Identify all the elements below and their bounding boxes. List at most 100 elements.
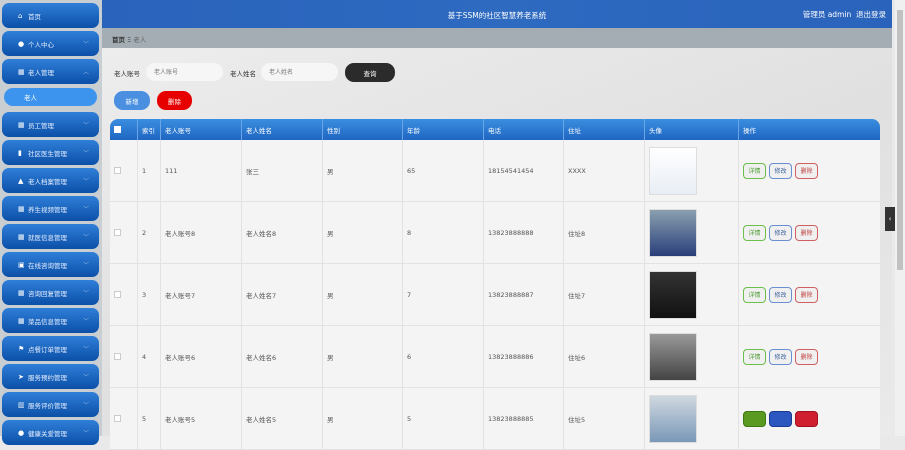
stamp-icon: ▲ xyxy=(18,176,24,185)
edit-button[interactable]: 修改 xyxy=(769,286,792,303)
table-row: 4 老人账号6 老人姓名6 男 6 13823888886 住址6 详情 修改 删除 xyxy=(110,326,880,388)
cell-idx: 5 xyxy=(138,388,161,449)
delete-button[interactable]: 删除 xyxy=(795,224,818,241)
avatar xyxy=(649,270,697,319)
sidebar-item[interactable]: ▮ 社区医生管理 ﹀ xyxy=(2,140,99,165)
cell-idx: 2 xyxy=(138,202,161,263)
sidebar-item[interactable]: ▦ 老人管理 ︿ xyxy=(2,59,99,84)
breadcrumb-home[interactable]: 首页 xyxy=(112,36,125,44)
chevron-down-icon: ﹀ xyxy=(82,178,89,185)
chevron-down-icon: ﹀ xyxy=(82,402,89,409)
sidebar-item[interactable]: ● 健康关爱管理 ﹀ xyxy=(2,420,99,445)
sidebar-item[interactable]: ▦ 养生视频管理 ﹀ xyxy=(2,196,99,221)
cell-addr: 住址5 xyxy=(564,388,645,449)
chevron-down-icon: ﹀ xyxy=(82,374,89,381)
edit-button[interactable]: 修改 xyxy=(769,224,792,241)
clipboard-icon: ▣ xyxy=(18,260,25,269)
collapse-toggle[interactable]: ‹ xyxy=(885,207,895,231)
user-icon: ● xyxy=(18,428,25,437)
row-checkbox[interactable] xyxy=(114,353,121,360)
edit-button[interactable]: 修改 xyxy=(769,410,792,427)
edit-button[interactable]: 修改 xyxy=(769,348,792,365)
account-search-input[interactable] xyxy=(146,63,223,81)
chevron-up-icon: ︿ xyxy=(82,69,89,76)
cell-phone: 13823888887 xyxy=(484,264,564,325)
sidebar-item[interactable]: ▦ 就医信息管理 ﹀ xyxy=(2,224,99,249)
sidebar-item-label: 服务预约管理 xyxy=(28,373,67,382)
chevron-down-icon: ﹀ xyxy=(82,262,89,269)
cell-age: 6 xyxy=(403,326,484,387)
detail-button[interactable]: 详情 xyxy=(743,410,766,427)
delete-button[interactable]: 删除 xyxy=(795,162,818,179)
table-row: 5 老人账号5 老人姓名5 男 5 13823888885 住址5 详情 修改 删除 xyxy=(110,388,880,450)
sidebar-item[interactable]: ● 个人中心 ﹀ xyxy=(2,31,99,56)
logout-link[interactable]: 退出登录 xyxy=(856,10,886,19)
scrollbar[interactable] xyxy=(895,0,905,436)
query-button[interactable]: 查询 xyxy=(345,63,395,82)
grid-icon: ▦ xyxy=(18,288,25,297)
scrollbar-thumb[interactable] xyxy=(897,10,903,270)
grid-icon: ▦ xyxy=(18,120,25,129)
sidebar-item[interactable]: ▥ 服务评价管理 ﹀ xyxy=(2,392,99,417)
column-header: 索引 xyxy=(138,119,161,140)
row-checkbox[interactable] xyxy=(114,291,121,298)
cell-addr: XXXX xyxy=(564,140,645,201)
send-icon: ➤ xyxy=(18,372,24,381)
cell-name: 老人姓名8 xyxy=(242,202,323,263)
row-checkbox[interactable] xyxy=(114,167,121,174)
detail-button[interactable]: 详情 xyxy=(743,348,766,365)
sidebar-item-label: 咨询回复管理 xyxy=(28,289,67,298)
delete-button[interactable]: 删除 xyxy=(795,348,818,365)
cell-phone: 18154541454 xyxy=(484,140,564,201)
chevron-down-icon: ﹀ xyxy=(82,206,89,213)
current-user: 管理员 admin xyxy=(802,10,852,19)
sidebar-item[interactable]: ➤ 服务预约管理 ﹀ xyxy=(2,364,99,389)
avatar xyxy=(649,332,697,381)
edit-button[interactable]: 修改 xyxy=(769,162,792,179)
sidebar-item[interactable]: ▦ 菜品信息管理 ﹀ xyxy=(2,308,99,333)
sidebar-item[interactable]: ▲ 老人档案管理 ﹀ xyxy=(2,168,99,193)
sidebar-item[interactable]: ▣ 在线咨询管理 ﹀ xyxy=(2,252,99,277)
sidebar-item[interactable]: ⚑ 点餐订单管理 ﹀ xyxy=(2,336,99,361)
cell-idx: 1 xyxy=(138,140,161,201)
sidebar-item[interactable]: ⌂ 首页 xyxy=(2,3,99,28)
detail-button[interactable]: 详情 xyxy=(743,224,766,241)
cell-name: 老人姓名5 xyxy=(242,388,323,449)
name-search-input[interactable] xyxy=(261,63,338,81)
sidebar-item-label: 点餐订单管理 xyxy=(28,345,67,354)
name-label: 老人姓名 xyxy=(230,70,256,78)
cell-addr: 住址6 xyxy=(564,326,645,387)
chevron-down-icon: ﹀ xyxy=(82,290,89,297)
sidebar-item[interactable]: ▦ 员工管理 ﹀ xyxy=(2,112,99,137)
book-icon: ▮ xyxy=(18,148,22,157)
detail-button[interactable]: 详情 xyxy=(743,286,766,303)
select-all-checkbox[interactable] xyxy=(114,126,121,133)
sidebar-item[interactable]: ▦ 咨询回复管理 ﹀ xyxy=(2,280,99,305)
cell-name: 老人姓名7 xyxy=(242,264,323,325)
add-button[interactable]: 新增 xyxy=(114,91,150,110)
cell-age: 5 xyxy=(403,388,484,449)
cell-account: 老人账号8 xyxy=(161,202,242,263)
row-checkbox[interactable] xyxy=(114,229,121,236)
account-label: 老人账号 xyxy=(114,70,140,78)
detail-button[interactable]: 详情 xyxy=(743,162,766,179)
delete-button[interactable]: 删除 xyxy=(795,410,818,427)
column-header: 老人姓名 xyxy=(242,119,323,140)
sidebar-item-label: 老人档案管理 xyxy=(28,177,67,186)
batch-delete-button[interactable]: 删除 xyxy=(157,91,192,110)
sidebar: ⌂ 首页 ● 个人中心 ﹀ ▦ 老人管理 ︿ 老人 ▦ 员工管理 ﹀ ▮ 社区医生管理 ﹀ ▲ 老人档案管理 ﹀ ▦… xyxy=(0,0,102,445)
user-icon: ● xyxy=(18,39,25,48)
cell-account: 111 xyxy=(161,140,242,201)
chevron-down-icon: ﹀ xyxy=(82,346,89,353)
cell-gender: 男 xyxy=(323,326,403,387)
row-checkbox[interactable] xyxy=(114,415,121,422)
cell-phone: 13823888888 xyxy=(484,202,564,263)
sidebar-item-label: 健康关爱管理 xyxy=(28,429,67,438)
chevron-down-icon: ﹀ xyxy=(82,318,89,325)
delete-button[interactable]: 删除 xyxy=(795,286,818,303)
table-row: 3 老人账号7 老人姓名7 男 7 13823888887 住址7 详情 修改 删除 xyxy=(110,264,880,326)
cell-name: 老人姓名6 xyxy=(242,326,323,387)
cell-account: 老人账号7 xyxy=(161,264,242,325)
table-header: 索引 老人账号 老人姓名 性别 年龄 电话 住址 头像 操作 xyxy=(110,119,880,140)
sidebar-subitem-elderly[interactable]: 老人 xyxy=(4,88,97,106)
